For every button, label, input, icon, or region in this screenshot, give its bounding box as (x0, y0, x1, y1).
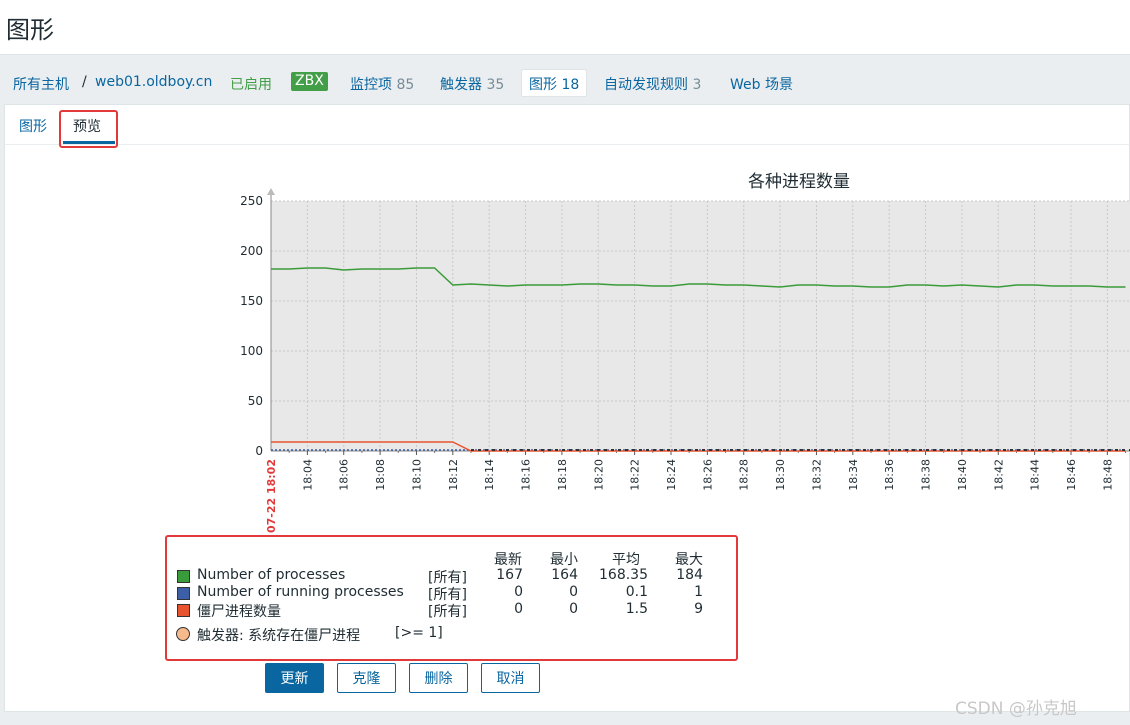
x-tick-label: 18:18 (556, 459, 569, 491)
legend-latest-zombie: 0 (514, 601, 523, 617)
clone-button[interactable]: 克隆 (337, 663, 396, 693)
nav-graphs[interactable]: 图形 18 (521, 69, 588, 97)
legend-trigger-label: 触发器: 系统存在僵尸进程 (197, 628, 361, 644)
x-tick-label: 18:14 (483, 459, 496, 491)
host-status[interactable]: 已启用 (230, 74, 272, 94)
y-tick-label: 0 (255, 444, 263, 458)
legend-swatch-processes (177, 570, 190, 583)
breadcrumb-host[interactable]: web01.oldboy.cn (95, 74, 212, 90)
nav-discovery[interactable]: 自动发现规则 3 (604, 74, 701, 94)
legend-latest-processes: 167 (496, 567, 523, 583)
legend-max-processes: 184 (676, 567, 703, 583)
trigger-circle-icon (176, 627, 190, 641)
legend-min-running: 0 (569, 584, 578, 600)
breadcrumb-all-hosts[interactable]: 所有主机 (13, 74, 69, 94)
cancel-button[interactable]: 取消 (481, 663, 540, 693)
legend-latest-running: 0 (514, 584, 523, 600)
nav-items-count: 85 (396, 77, 415, 93)
y-tick-label: 250 (240, 194, 263, 208)
x-tick-label: 18:32 (810, 459, 823, 491)
legend-header-min: 最小 (550, 552, 578, 568)
legend-header-avg: 平均 (612, 552, 640, 568)
x-tick-label: 18:12 (447, 459, 460, 491)
x-tick-label: 18:28 (738, 459, 751, 491)
y-tick-label: 200 (240, 244, 263, 258)
x-tick-label: 18:26 (701, 459, 714, 491)
graph-content-panel: 图形 预览 250 200 150 100 50 0 07-22 18:02 18:04 18… (4, 104, 1130, 712)
x-tick-label: 18:06 (338, 459, 351, 491)
x-tick-label: 18:24 (665, 459, 678, 491)
nav-items[interactable]: 监控项 85 (350, 74, 414, 94)
nav-triggers-count: 35 (486, 77, 505, 93)
x-tick-label: 18:10 (410, 459, 423, 491)
nav-graphs-label: 图形 (529, 77, 557, 93)
legend-min-zombie: 0 (569, 601, 578, 617)
legend-max-running: 1 (694, 584, 703, 600)
legend-avg-running: 0.1 (625, 584, 648, 600)
x-tick-label: 18:22 (629, 459, 642, 491)
y-tick-label: 100 (240, 344, 263, 358)
y-axis-arrow (267, 188, 275, 195)
breadcrumb-separator: / (82, 74, 87, 90)
update-button[interactable]: 更新 (265, 663, 324, 693)
legend-trigger-condition: [>= 1] (395, 625, 443, 641)
x-tick-label: 18:04 (301, 459, 314, 491)
x-start-label: 07-22 18:02 (265, 459, 278, 533)
page-title: 图形 (6, 16, 54, 44)
nav-discovery-count: 3 (692, 77, 702, 93)
chart-title: 各种进程数量 (748, 172, 850, 192)
x-tick-label: 18:48 (1101, 459, 1114, 491)
zbx-availability-badge: ZBX (291, 72, 328, 91)
y-tick-label: 50 (248, 394, 263, 408)
page-header: 图形 (0, 0, 1130, 54)
x-tick-label: 18:30 (774, 459, 787, 491)
plot-area (271, 201, 1130, 451)
graph-chart: 250 200 150 100 50 0 07-22 18:02 18:04 18:06 18:… (240, 172, 1130, 533)
x-tick-label: 18:20 (592, 459, 605, 491)
y-tick-label: 150 (240, 294, 263, 308)
legend-swatch-running (177, 587, 190, 600)
x-tick-label: 18:38 (920, 459, 933, 491)
x-tick-label: 18:16 (520, 459, 533, 491)
legend-max-zombie: 9 (694, 601, 703, 617)
legend-header-max: 最大 (675, 552, 703, 568)
y-axis-ticks: 250 200 150 100 50 0 (240, 194, 263, 458)
legend-swatch-zombie (177, 604, 190, 617)
delete-button[interactable]: 删除 (409, 663, 468, 693)
legend-name-zombie: 僵尸进程数量 (197, 604, 281, 620)
x-tick-label: 18:44 (1029, 459, 1042, 491)
legend-header-latest: 最新 (494, 552, 522, 568)
host-navigation: 所有主机 / web01.oldboy.cn 已启用 ZBX 监控项 85 触发… (0, 54, 1130, 104)
csdn-watermark: CSDN @孙克旭 (955, 699, 1077, 719)
legend-scope-zombie: [所有] (428, 604, 467, 620)
legend-name-processes: Number of processes (197, 567, 346, 583)
nav-items-label: 监控项 (350, 77, 392, 93)
nav-triggers-label: 触发器 (440, 77, 482, 93)
x-tick-label: 18:34 (847, 459, 860, 491)
nav-triggers[interactable]: 触发器 35 (440, 74, 504, 94)
legend-avg-zombie: 1.5 (625, 601, 648, 617)
x-tick-label: 18:36 (883, 459, 896, 491)
x-tick-label: 18:40 (956, 459, 969, 491)
legend-min-processes: 164 (551, 567, 578, 583)
x-tick-label: 18:46 (1065, 459, 1078, 491)
x-axis-ticks: 07-22 18:02 18:04 18:06 18:08 18:10 18:12 18:1… (265, 451, 1127, 533)
x-tick-label: 18:08 (374, 459, 387, 491)
nav-discovery-label: 自动发现规则 (604, 77, 688, 93)
nav-graphs-count: 18 (561, 77, 580, 93)
legend-name-running: Number of running processes (197, 584, 404, 600)
nav-web-scenarios[interactable]: Web 场景 (730, 74, 793, 94)
x-tick-label: 18:42 (992, 459, 1005, 491)
legend-avg-processes: 168.35 (599, 567, 648, 583)
